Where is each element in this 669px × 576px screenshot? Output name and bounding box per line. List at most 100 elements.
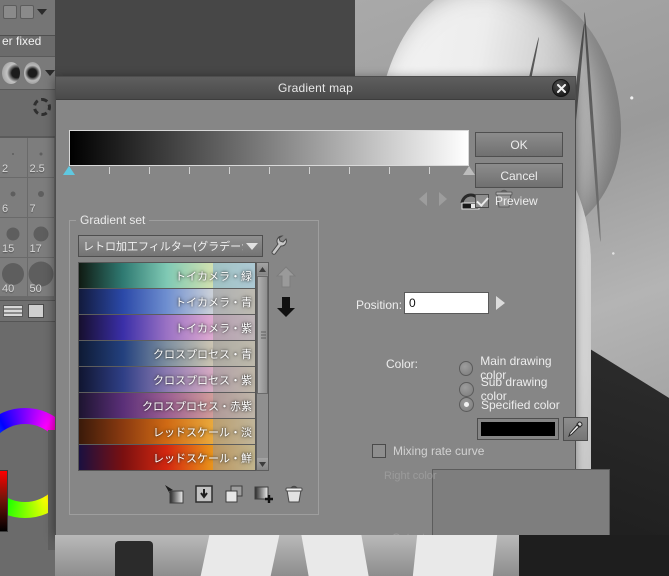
preview-label: Preview [495,194,538,208]
chevron-down-icon[interactable] [45,70,55,76]
brush-size-cell[interactable]: 15 [0,218,28,258]
radio-specified-color[interactable]: Specified color [459,397,560,412]
brush-shape-2[interactable] [24,62,42,84]
edit-gradient-icon[interactable] [164,484,184,504]
gradient-preview-icon[interactable] [3,305,23,317]
position-label: Position: [356,298,402,312]
scrollbar-thumb[interactable] [257,276,268,394]
gradient-list-item[interactable]: クロスプロセス・赤紫 [79,393,255,419]
gradient-node-marker[interactable] [463,166,475,175]
position-input[interactable] [404,292,489,314]
artwork-dark-region [519,535,669,576]
gradient-tick [429,167,430,174]
brush-size-dot [39,153,42,156]
gradient-tick [309,167,310,174]
brush-size-cell[interactable]: 7 [28,178,56,218]
next-node-arrow-icon[interactable] [439,192,447,206]
specified-color-fill [481,422,555,436]
tool-icon-a[interactable] [3,5,17,19]
brush-size-cell[interactable]: 40 [0,258,28,298]
arrow-up-icon[interactable] [276,266,296,288]
brush-size-value: 17 [28,243,42,257]
gradient-item-label: クロスプロセス・紫 [153,372,255,388]
gradient-set-title: Gradient set [76,213,149,227]
preview-checkbox-row[interactable]: Preview [475,194,538,208]
gradient-list-tools[interactable] [164,482,309,506]
wrench-icon[interactable] [269,234,289,256]
left-panel-scrollbar[interactable] [48,430,55,550]
specified-color-swatch[interactable] [477,418,559,440]
color-square[interactable] [0,470,8,532]
artwork-shape [201,535,280,576]
gradient-tick [149,167,150,174]
left-tool-panel[interactable]: er fixed 22.56715174050 [0,0,55,576]
color-label: Color: [386,357,418,371]
dialog-titlebar[interactable]: Gradient map [56,77,575,100]
gradient-preview-bar[interactable] [69,130,469,166]
rotate-icon[interactable] [33,98,51,116]
brush-size-cell[interactable]: 6 [0,178,28,218]
scroll-up-button[interactable] [257,263,268,275]
gradient-set-combo-value: レトロ加工フィルター(グラデーションマップ) [83,238,243,254]
rotate-row[interactable] [0,92,55,122]
prev-node-arrow-icon[interactable] [419,192,427,206]
gradient-item-label: クロスプロセス・青 [153,346,255,362]
arrow-down-icon[interactable] [276,296,296,318]
gradient-list-item[interactable]: クロスプロセス・紫 [79,367,255,393]
gradient-list-item[interactable]: トイカメラ・紫 [79,315,255,341]
gradient-set-combo[interactable]: レトロ加工フィルター(グラデーションマップ) [78,235,263,257]
gradient-tick [229,167,230,174]
eyedropper-icon[interactable] [563,417,588,441]
brush-size-value: 7 [28,203,36,217]
gradient-item-label: トイカメラ・紫 [175,320,255,336]
chevron-down-icon[interactable] [37,9,47,15]
dialog-title: Gradient map [278,81,353,95]
gradient-list-item[interactable]: レッドスケール・淡 [79,419,255,445]
cancel-button[interactable]: Cancel [475,163,563,188]
radio-button[interactable] [459,382,474,397]
gradient-item-label: クロスプロセス・赤紫 [142,398,255,414]
close-icon[interactable] [552,79,570,97]
brush-size-value: 2 [0,163,8,177]
add-icon[interactable] [254,484,274,504]
gradient-node-rail[interactable] [69,167,469,177]
gradient-list-scrollbar[interactable] [256,262,269,471]
preview-checkbox[interactable] [475,194,489,208]
chevron-down-icon[interactable] [246,243,258,250]
gradient-list-item[interactable]: トイカメラ・青 [79,289,255,315]
artwork-shape [413,535,497,576]
gradient-list-item[interactable]: トイカメラ・緑 [79,263,255,289]
gradient-list-item[interactable]: クロスプロセス・青 [79,341,255,367]
gradient-node-marker[interactable] [63,166,75,175]
radio-button[interactable] [459,397,474,412]
layer-icon[interactable] [28,304,44,318]
brush-size-value: 15 [0,243,14,257]
radio-button[interactable] [459,361,473,376]
brush-size-cell[interactable]: 50 [28,258,56,298]
duplicate-icon[interactable] [224,484,244,504]
ok-button[interactable]: OK [475,132,563,157]
mixing-rate-curve-label: Mixing rate curve [393,444,484,458]
trash-icon[interactable] [284,484,304,504]
brush-size-grid[interactable]: 2 2.567 15 17 40 50 [0,136,55,296]
brush-size-cell[interactable]: 17 [28,218,56,258]
mixing-rate-curve-row[interactable]: Mixing rate curve [372,444,484,458]
brush-shape-1[interactable] [2,62,20,84]
gradient-list-item[interactable]: レッドスケール・鮮 [79,445,255,471]
tool-icon-b[interactable] [20,5,34,19]
brush-size-value: 40 [0,283,14,297]
left-panel-minibar[interactable] [0,300,55,322]
brush-size-cell[interactable]: 2 [0,138,28,178]
brush-size-cell[interactable]: 2.5 [28,138,56,178]
position-next-arrow-icon[interactable] [496,296,505,310]
brush-size-dot [38,191,44,197]
brush-size-dot [11,192,16,197]
brush-size-value: 2.5 [28,163,45,177]
scroll-down-button[interactable] [257,458,268,470]
mixing-rate-curve-checkbox[interactable] [372,444,386,458]
radio-label: Specified color [481,398,560,412]
save-icon[interactable] [194,484,214,504]
gradient-list[interactable]: トイカメラ・緑トイカメラ・青トイカメラ・紫クロスプロセス・青クロスプロセス・紫ク… [78,262,256,471]
brush-shape-row[interactable] [0,56,55,90]
hair-strand [583,12,602,242]
